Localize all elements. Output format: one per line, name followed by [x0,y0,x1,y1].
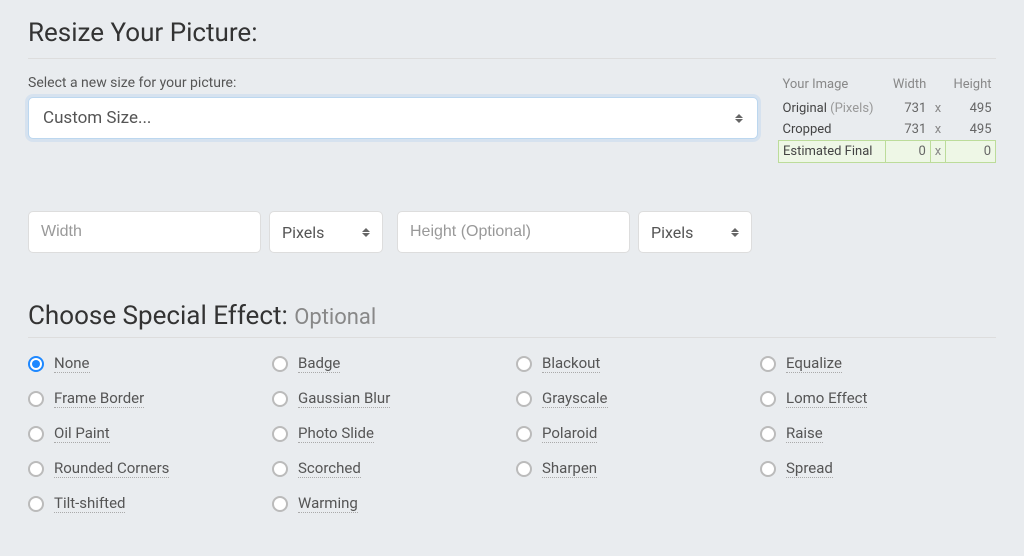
effect-label[interactable]: Scorched [298,459,361,478]
effect-radio[interactable] [760,356,776,372]
size-select-value: Custom Size... [43,108,151,128]
effect-radio[interactable] [760,461,776,477]
effect-option: Frame Border [28,389,264,408]
width-unit-select[interactable]: Pixels [269,211,383,253]
table-row: Original (Pixels) 731 x 495 [779,98,996,119]
effect-label[interactable]: Blackout [542,354,600,373]
optional-label: Optional [294,305,376,330]
effect-label[interactable]: Tilt-shifted [54,494,125,513]
effect-radio[interactable] [760,426,776,442]
effect-radio[interactable] [28,461,44,477]
dimension-inputs-row: Pixels Pixels [28,211,996,253]
resize-top-row: Select a new size for your picture: Cust… [28,75,996,163]
size-select[interactable]: Custom Size... [28,97,758,139]
effect-label[interactable]: Spread [786,459,833,478]
effect-radio[interactable] [28,356,44,372]
effect-option: Oil Paint [28,424,264,443]
effect-option: Spread [760,459,996,478]
table-row-estimated: Estimated Final 0 x 0 [779,141,996,163]
height-input[interactable] [397,211,630,253]
effect-option: Raise [760,424,996,443]
effect-radio[interactable] [516,461,532,477]
effect-radio[interactable] [272,356,288,372]
effect-radio[interactable] [516,356,532,372]
effect-label[interactable]: Photo Slide [298,424,374,443]
effect-option: Tilt-shifted [28,494,264,513]
effect-label[interactable]: Warming [298,494,358,513]
effect-label[interactable]: Equalize [786,354,842,373]
effects-grid: None Badge Blackout Equalize Frame Border Gau… [28,354,996,513]
effect-radio[interactable] [272,426,288,442]
table-row: Cropped 731 x 495 [779,119,996,141]
height-unit-select[interactable]: Pixels [638,211,752,253]
resize-title: Resize Your Picture: [28,18,996,48]
effect-radio[interactable] [272,391,288,407]
effect-label[interactable]: Lomo Effect [786,389,867,408]
effect-label[interactable]: None [54,354,90,373]
width-input[interactable] [28,211,261,253]
effect-radio[interactable] [760,391,776,407]
dimensions-table: Your Image Width Height Original (Pixels… [778,75,996,163]
dimensions-header-height: Height [946,75,996,98]
effect-radio[interactable] [516,426,532,442]
effect-radio[interactable] [28,426,44,442]
effect-label[interactable]: Badge [298,354,340,373]
effect-option: Polaroid [516,424,752,443]
effect-label[interactable]: Sharpen [542,459,597,478]
divider [28,58,996,59]
height-input-group: Pixels [397,211,752,253]
dimensions-header-image: Your Image [779,75,886,98]
effect-radio[interactable] [272,461,288,477]
updown-icon [731,228,739,237]
updown-icon [362,228,370,237]
effect-option: Scorched [272,459,508,478]
effect-option: Grayscale [516,389,752,408]
size-selector-column: Select a new size for your picture: Cust… [28,75,758,139]
effect-option: Photo Slide [272,424,508,443]
width-input-group: Pixels [28,211,383,253]
effect-option: None [28,354,264,373]
effect-option: Badge [272,354,508,373]
effect-label[interactable]: Frame Border [54,389,144,408]
effect-option: Blackout [516,354,752,373]
effect-radio[interactable] [516,391,532,407]
effect-option: Rounded Corners [28,459,264,478]
dimensions-header-width: Width [886,75,931,98]
effect-label[interactable]: Rounded Corners [54,459,169,478]
effect-label[interactable]: Grayscale [542,389,608,408]
effect-option: Lomo Effect [760,389,996,408]
size-select-label: Select a new size for your picture: [28,75,758,91]
divider [28,337,996,338]
effect-label[interactable]: Gaussian Blur [298,389,390,408]
effect-option: Warming [272,494,508,513]
effect-radio[interactable] [28,496,44,512]
effect-radio[interactable] [272,496,288,512]
effects-title: Choose Special Effect: Optional [28,301,996,331]
effect-option: Equalize [760,354,996,373]
effect-radio[interactable] [28,391,44,407]
updown-icon [735,114,743,123]
effect-label[interactable]: Oil Paint [54,424,110,443]
effect-label[interactable]: Raise [786,424,823,443]
effect-label[interactable]: Polaroid [542,424,597,443]
effect-option: Gaussian Blur [272,389,508,408]
effect-option: Sharpen [516,459,752,478]
